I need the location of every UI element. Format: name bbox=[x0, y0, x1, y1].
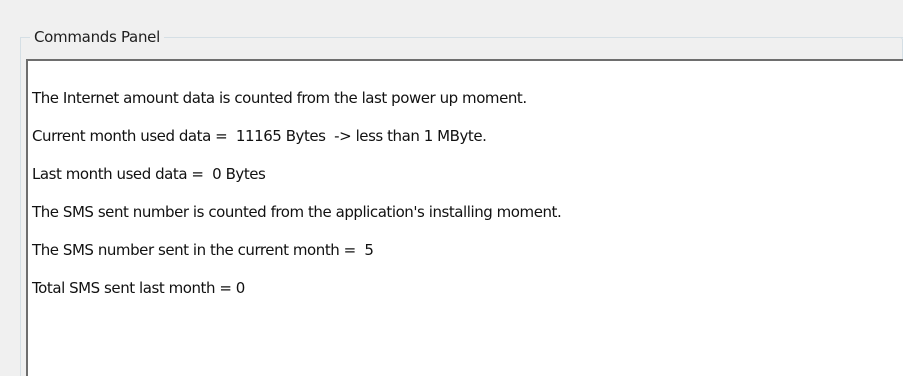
output-line-current-month-data: Current month used data = 11165 Bytes ->… bbox=[32, 127, 487, 145]
commands-output-textarea[interactable]: The Internet amount data is counted from… bbox=[26, 59, 903, 376]
output-line-sms-current-month: The SMS number sent in the current month… bbox=[32, 241, 374, 259]
output-line-internet-info: The Internet amount data is counted from… bbox=[32, 89, 527, 107]
commands-panel-title: Commands Panel bbox=[30, 27, 164, 47]
groupbox-corner bbox=[895, 37, 903, 59]
output-line-sms-info: The SMS sent number is counted from the … bbox=[32, 203, 562, 221]
output-line-last-month-data: Last month used data = 0 Bytes bbox=[32, 165, 266, 183]
output-line-sms-last-month: Total SMS sent last month = 0 bbox=[32, 279, 245, 297]
